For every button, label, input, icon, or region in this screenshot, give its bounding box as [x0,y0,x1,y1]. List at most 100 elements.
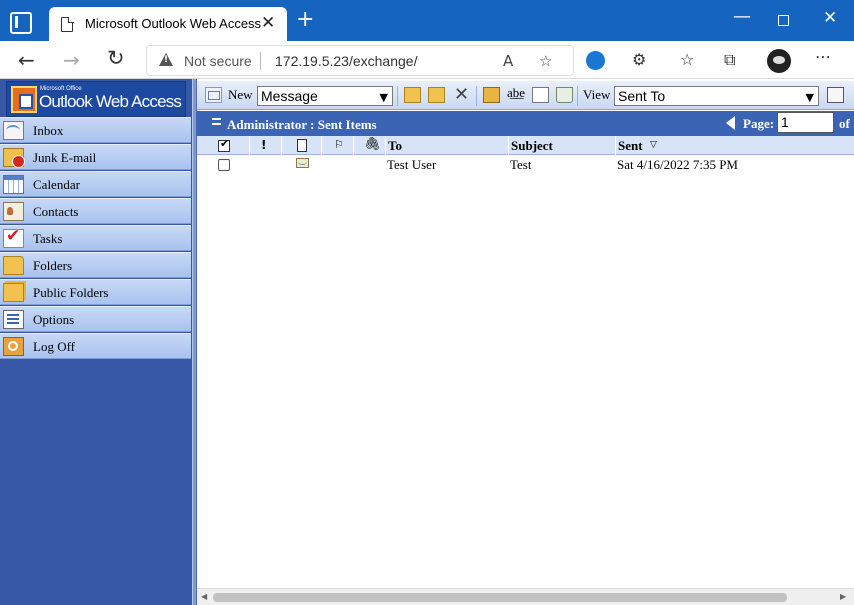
folder-title: Administrator : Sent Items [227,117,377,132]
view-label: View [583,87,611,102]
flag-icon: ⚐ [334,138,344,151]
check-names-icon[interactable]: a͟b͟e [507,85,525,101]
scroll-thumb[interactable] [213,593,787,602]
profile-avatar[interactable] [767,49,791,73]
document-icon [297,139,307,152]
window-close-icon[interactable]: ✕ [823,8,837,28]
item-type-column[interactable] [282,136,322,155]
folder-menu-icon [212,118,221,125]
new-item-value: Message [261,88,318,104]
page-label: Page: [743,116,775,131]
nav-label: Contacts [33,204,79,219]
nav-public-folders[interactable]: Public Folders [0,279,191,305]
nav-tasks[interactable]: Tasks [0,225,191,251]
address-bar[interactable]: Not secure 172.19.5.23/exchange/ A ☆ [146,45,574,76]
new-label[interactable]: New [228,87,253,103]
extensions-icon[interactable]: ⚙ [632,50,646,69]
flag-column[interactable]: ⚐ [322,136,354,155]
nav-log-off[interactable]: Log Off [0,333,191,359]
options-icon [3,310,24,329]
nav-label: Public Folders [33,285,109,300]
move-to-folder-icon[interactable] [404,87,421,103]
address-divider [260,52,261,70]
row-subject: Test [510,157,532,172]
up-one-level-icon[interactable] [483,87,500,103]
page-of-label: of [839,116,850,131]
back-icon[interactable]: ← [18,48,35,72]
nav-contacts[interactable]: Contacts [0,198,191,224]
junk-email-icon [3,148,25,168]
inbox-icon [3,121,24,140]
sort-descending-icon[interactable]: ▽ [650,140,657,150]
browser-toolbar: ← → ↻ Not secure 172.19.5.23/exchange/ A… [0,41,854,79]
row-checkbox[interactable] [218,159,230,171]
nav-label: Inbox [33,123,64,138]
tasks-icon [3,226,24,248]
attachment-column[interactable]: 🖇 [354,136,386,155]
paperclip-icon: 🖇 [364,137,381,152]
select-all-column [197,136,250,155]
scroll-left-icon[interactable]: ◀ [201,592,207,601]
add-favorite-icon[interactable]: ☆ [539,52,552,70]
subject-header: Subject [511,138,553,153]
subject-column[interactable]: Subject [509,136,616,155]
read-aloud-icon[interactable]: A [503,52,513,70]
page-number-input[interactable]: 1 [777,112,834,133]
tab-close-icon[interactable]: ✕ [261,13,275,33]
address-book-icon[interactable] [827,87,844,103]
extension-icon[interactable] [586,51,605,70]
navigation-pane: Microsoft Office Outlook Web Access Inbo… [0,79,192,605]
owa-logo: Microsoft Office Outlook Web Access [6,81,186,117]
tab-title: Microsoft Outlook Web Access [85,16,262,31]
sent-message-icon [296,158,309,168]
calendar-icon [3,175,24,194]
favorites-icon[interactable]: ☆ [680,50,694,69]
nav-label: Junk E-mail [33,150,97,165]
new-tab-icon[interactable]: + [296,9,314,31]
importance-column[interactable]: ! [250,136,282,155]
contacts-icon [3,202,24,221]
minimize-icon[interactable]: — [733,6,751,27]
scroll-right-icon[interactable]: ▶ [840,592,846,601]
logo-title: Outlook Web Access [39,92,182,111]
new-item-select[interactable]: Message ▼ [257,86,393,106]
table-row[interactable]: Test User Test Sat 4/16/2022 7:35 PM [197,156,854,173]
more-icon[interactable]: ⋯ [815,47,831,66]
nav-options[interactable]: Options [0,306,191,332]
browser-tab-strip: Microsoft Outlook Web Access ✕ + — ✕ [0,0,854,41]
nav-label: Folders [33,258,72,273]
forward-icon[interactable]: → [63,48,80,72]
nav-junk-email[interactable]: Junk E-mail [0,144,191,170]
collections-icon[interactable]: ⧉ [724,50,735,70]
sent-header: Sent [618,138,643,153]
reading-pane-icon[interactable] [532,87,549,103]
previous-page-icon[interactable] [726,116,735,130]
page-favicon-icon [61,16,74,32]
folder-bar: Administrator : Sent Items Page: 1 of [197,111,854,136]
tab-actions-icon[interactable] [10,12,32,34]
new-message-icon[interactable] [205,87,222,103]
to-column[interactable]: To [386,136,509,155]
row-to: Test User [387,157,437,172]
toolbar-divider [577,86,578,106]
url-text[interactable]: 172.19.5.23/exchange/ [275,53,417,69]
nav-calendar[interactable]: Calendar [0,171,191,197]
copy-to-folder-icon[interactable] [428,87,445,103]
maximize-icon[interactable] [778,15,789,26]
message-list-header: ! ⚐ 🖇 To Subject Sent [197,136,854,155]
nav-label: Log Off [33,339,76,354]
nav-inbox[interactable]: Inbox [0,117,191,143]
toolbar-divider [397,86,398,106]
reload-icon[interactable]: ↻ [107,46,125,70]
select-all-checkbox[interactable] [218,137,230,152]
view-select[interactable]: Sent To ▼ [614,86,819,106]
browser-tab[interactable]: Microsoft Outlook Web Access ✕ [49,7,287,41]
chevron-down-icon: ▼ [805,91,814,104]
empty-deleted-items-icon[interactable] [556,87,573,103]
nav-folders[interactable]: Folders [0,252,191,278]
public-folders-icon [3,283,24,302]
horizontal-scrollbar[interactable]: ◀ ▶ [197,588,854,605]
delete-icon[interactable]: ✕ [454,84,469,105]
warning-icon[interactable] [159,53,173,66]
security-label[interactable]: Not secure [184,53,252,69]
